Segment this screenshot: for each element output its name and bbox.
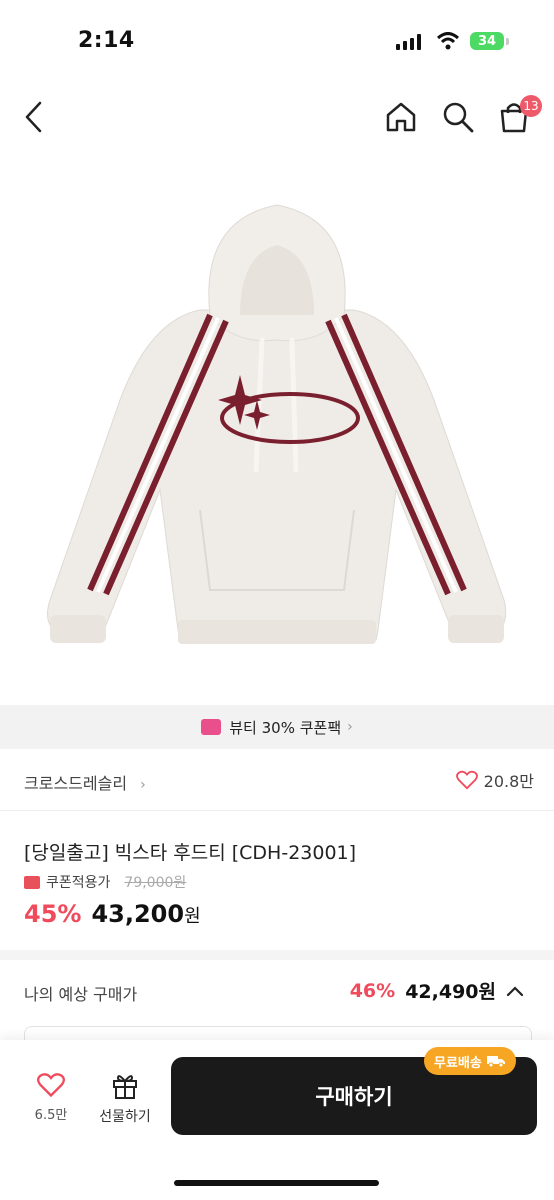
like-count: 6.5만	[34, 1108, 68, 1123]
brand-name: 크로스드레슬리	[24, 774, 128, 793]
heart-icon	[37, 1073, 65, 1098]
chevron-right-icon: ›	[140, 777, 146, 793]
price-row: 45% 43,200원	[24, 900, 201, 928]
brand-link[interactable]: 크로스드레슬리 ›	[24, 770, 146, 794]
brand-like-count: 20.8만	[483, 772, 534, 791]
truck-icon	[486, 1056, 505, 1068]
chevron-right-icon: ›	[347, 719, 353, 735]
expected-price-toggle[interactable]: 46% 42,490원	[350, 977, 524, 1004]
search-icon[interactable]	[441, 100, 475, 134]
coupon-price-label: 쿠폰적용가	[46, 875, 111, 891]
gift-label: 선물하기	[99, 1109, 151, 1125]
battery-indicator: 34	[470, 32, 504, 50]
gift-icon	[113, 1075, 137, 1099]
price-unit: 원	[184, 906, 201, 927]
heart-icon	[455, 770, 478, 790]
section-divider	[0, 950, 554, 960]
like-button[interactable]: 6.5만	[20, 1072, 82, 1123]
sale-price-value: 43,200	[91, 900, 185, 928]
battery-cap	[506, 38, 509, 45]
coupon-banner[interactable]: 뷰티 30% 쿠폰팩 ›	[0, 705, 554, 749]
divider	[0, 810, 554, 811]
shipping-label: 무료배송	[434, 1055, 482, 1071]
bag-count-badge: 13	[520, 95, 542, 117]
product-image[interactable]	[0, 160, 554, 705]
expected-price: 42,490원	[405, 981, 496, 1003]
signal-icon	[396, 34, 421, 50]
status-time: 2:14	[78, 28, 135, 53]
home-indicator	[174, 1180, 379, 1186]
coupon-price-row: 쿠폰적용가 79,000원	[24, 872, 186, 892]
home-icon[interactable]	[384, 100, 418, 134]
original-price: 79,000원	[124, 875, 187, 891]
sale-price: 43,200원	[91, 900, 200, 928]
brand-like-button[interactable]: 20.8만	[455, 768, 534, 792]
coupon-tag-icon	[201, 719, 222, 735]
hoodie-illustration	[47, 204, 507, 644]
wifi-icon	[436, 32, 460, 50]
discount-rate: 45%	[24, 900, 82, 928]
back-icon[interactable]	[22, 100, 46, 134]
coupon-banner-label: 뷰티 30% 쿠폰팩	[229, 718, 342, 737]
product-title: [당일출고] 빅스타 후드티 [CDH-23001]	[24, 842, 357, 864]
chevron-up-icon	[506, 985, 524, 996]
free-shipping-badge: 무료배송	[424, 1047, 516, 1075]
expected-price-label: 나의 예상 구매가	[24, 985, 138, 1004]
gift-button[interactable]: 선물하기	[90, 1070, 160, 1126]
coupon-icon	[24, 875, 40, 889]
expected-rate: 46%	[349, 979, 396, 1002]
